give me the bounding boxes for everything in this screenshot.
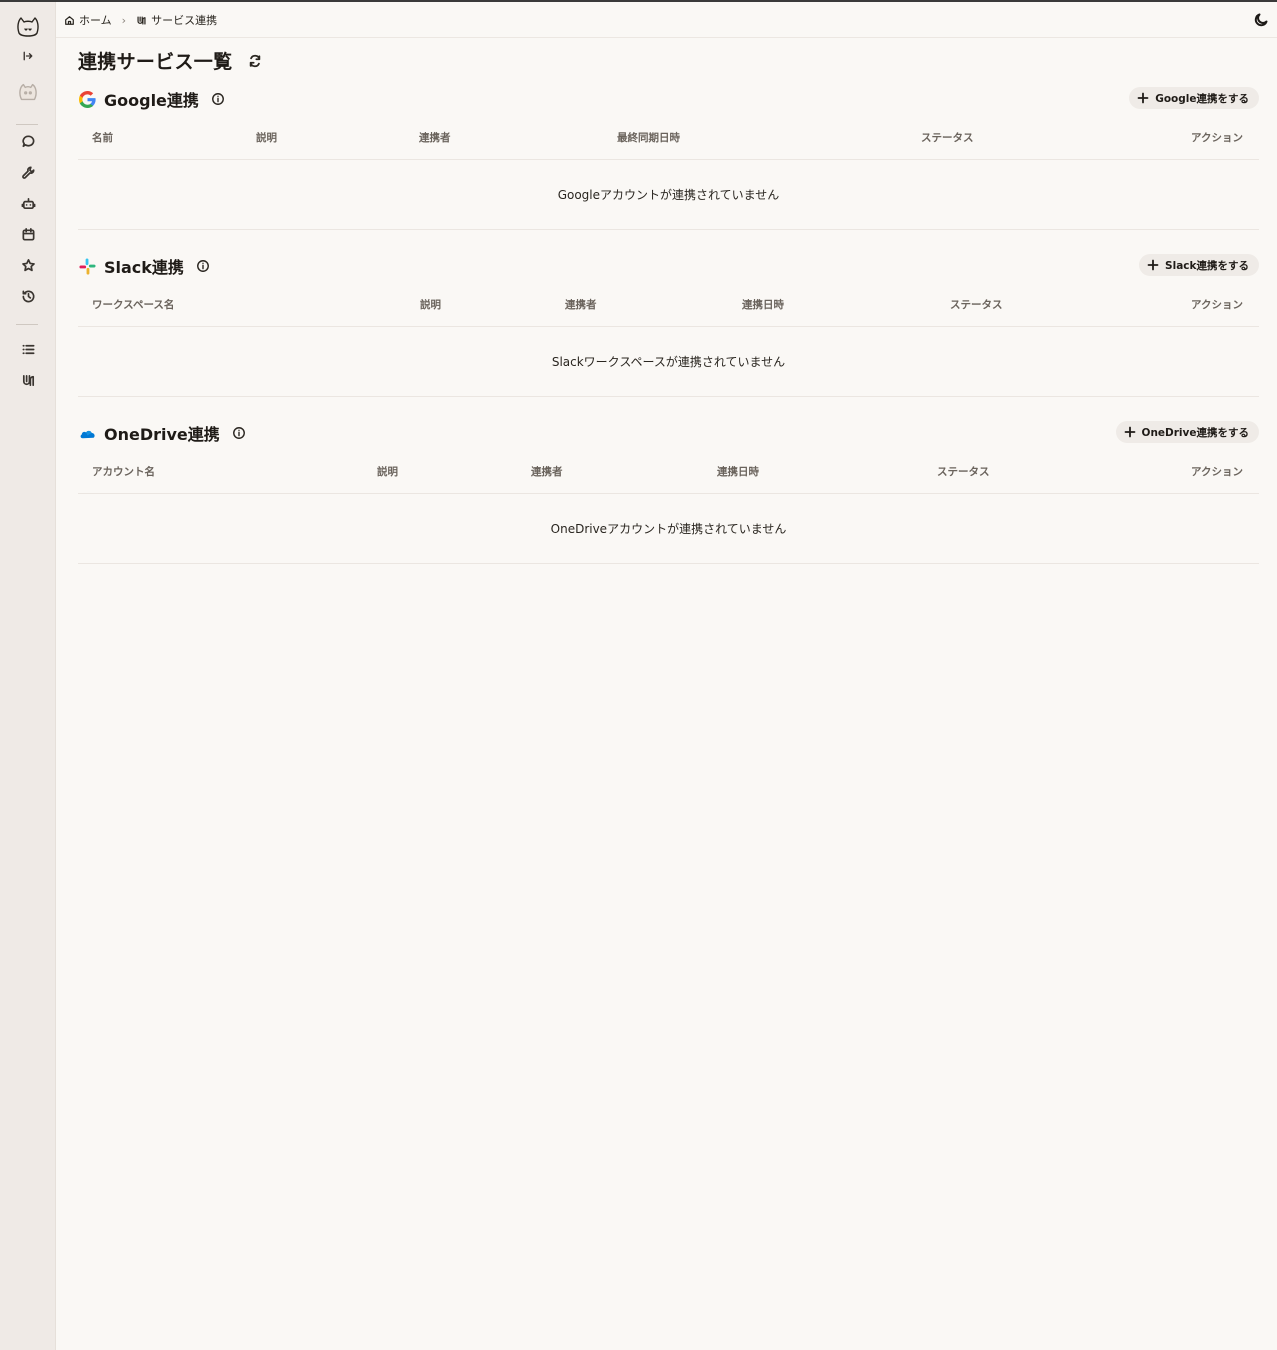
add-onedrive-button[interactable]: OneDrive連携をする [1115,421,1259,443]
wrench-icon[interactable] [12,158,44,186]
chat-icon[interactable] [12,127,44,155]
breadcrumb-home[interactable]: ホーム [64,12,112,28]
column-header: アクション [1191,299,1243,311]
plus-icon [1124,426,1135,438]
column-header: ステータス [921,132,974,144]
add-google-button[interactable]: Google連携をする [1129,87,1259,109]
section-title: Slack連携 [104,258,184,277]
column-header: アクション [1191,132,1243,144]
sidebar-divider [16,324,38,325]
column-header: 連携者 [565,299,597,311]
column-header: アクション [1191,466,1243,478]
empty-state-row: OneDriveアカウントが連携されていません [78,494,1259,564]
column-header: 名前 [92,132,113,144]
calendar-icon[interactable] [12,220,44,248]
add-slack-label: Slack連携をする [1165,259,1249,272]
slack-logo-icon [78,257,96,275]
info-icon[interactable] [232,426,247,441]
top-header: ホーム › サービス連携 [56,2,1277,38]
moon-icon [1254,13,1268,27]
plus-icon [1147,259,1159,271]
page-title-row: 連携サービス一覧 [78,47,264,74]
sidebar [0,2,56,1350]
google-logo-icon [78,90,96,108]
column-header: 説明 [256,132,277,144]
table-header: 名前 説明 連携者 最終同期日時 ステータス アクション [78,120,1259,160]
column-header: 説明 [377,466,398,478]
breadcrumb-current-label: サービス連携 [151,14,218,27]
info-icon[interactable] [211,92,226,107]
table-header: アカウント名 説明 連携者 連携日時 ステータス アクション [78,454,1259,494]
column-header: ワークスペース名 [92,299,175,311]
expand-sidebar-icon[interactable] [12,42,44,70]
column-header: 説明 [420,299,441,311]
list-icon[interactable] [12,335,44,363]
plus-icon [1137,92,1149,104]
info-icon[interactable] [196,259,211,274]
column-header: 連携者 [419,132,451,144]
column-header: ステータス [937,466,990,478]
onedrive-logo-icon [78,424,96,442]
refresh-icon [250,54,261,67]
empty-message: Googleアカウントが連携されていません [557,188,780,202]
empty-state-row: Slackワークスペースが連携されていません [78,327,1259,397]
user-avatar[interactable] [12,76,44,108]
add-google-label: Google連携をする [1155,92,1249,105]
history-icon[interactable] [12,282,44,310]
column-header: 連携日時 [742,299,784,311]
page-title: 連携サービス一覧 [78,51,233,73]
add-onedrive-label: OneDrive連携をする [1141,426,1249,439]
table-header: ワークスペース名 説明 連携者 連携日時 ステータス アクション [78,287,1259,327]
bot-icon[interactable] [12,189,44,217]
home-icon [65,15,74,25]
empty-state-row: Googleアカウントが連携されていません [78,160,1259,230]
chevron-right-icon: › [121,13,127,27]
sidebar-divider [16,124,38,125]
integration-icon[interactable] [12,366,44,394]
column-header: アカウント名 [92,466,155,478]
column-header: ステータス [950,299,1003,311]
breadcrumb-home-label: ホーム [79,14,112,27]
column-header: 最終同期日時 [617,132,680,144]
empty-message: Slackワークスペースが連携されていません [551,355,786,369]
add-slack-button[interactable]: Slack連携をする [1139,254,1259,276]
column-header: 連携日時 [717,466,759,478]
breadcrumb-current[interactable]: サービス連携 [136,12,217,28]
refresh-button[interactable] [246,52,264,70]
section-title: OneDrive連携 [104,425,220,444]
onedrive-section: OneDrive連携 OneDrive連携をする アカウント名 説明 連携者 連… [78,421,1259,564]
google-section: Google連携 Google連携をする 名前 説明 連携者 最終同期日時 ステ… [78,87,1259,230]
app-logo-icon[interactable] [12,12,44,42]
star-icon[interactable] [12,251,44,279]
integration-icon [137,15,146,25]
column-header: 連携者 [531,466,563,478]
theme-toggle-button[interactable] [1251,10,1271,30]
section-title: Google連携 [104,91,199,110]
empty-message: OneDriveアカウントが連携されていません [550,522,787,536]
slack-section: Slack連携 Slack連携をする ワークスペース名 説明 連携者 連携日時 … [78,254,1259,397]
breadcrumb: ホーム › サービス連携 [64,12,217,28]
